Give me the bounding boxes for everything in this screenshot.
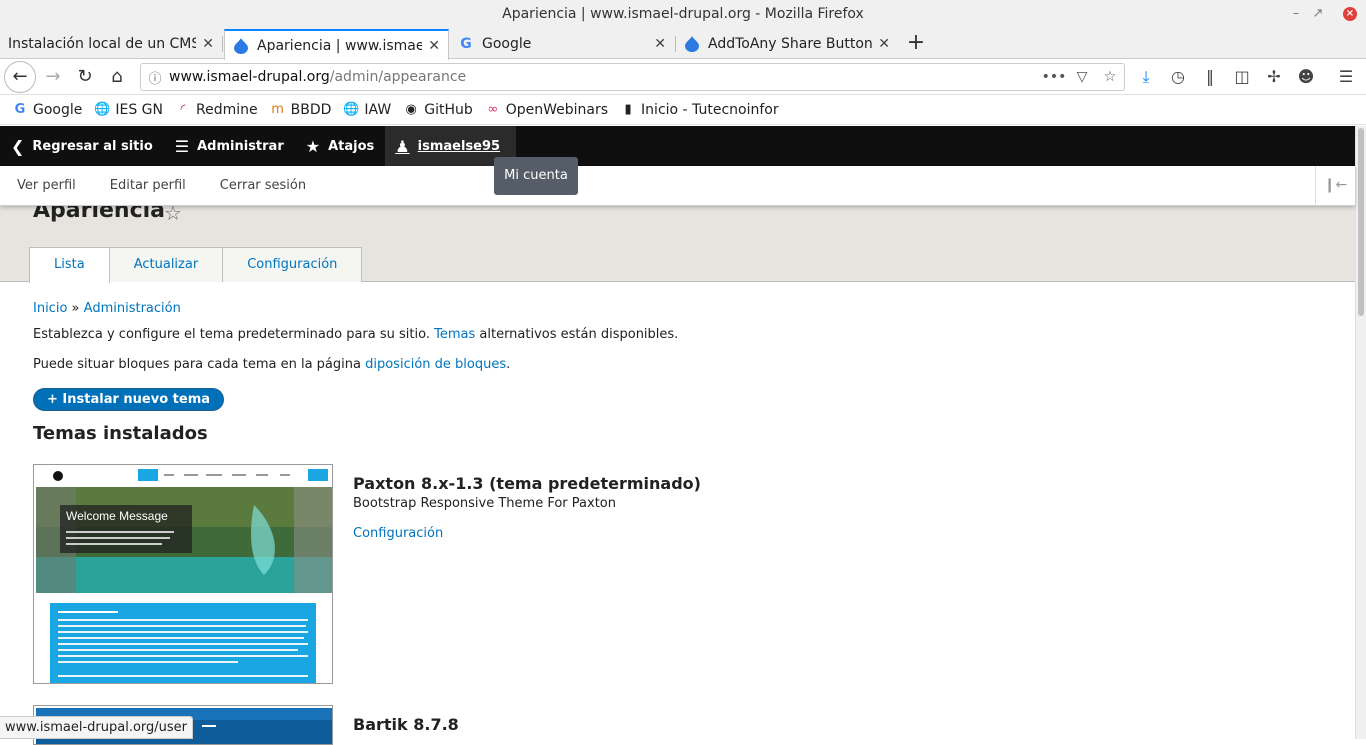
- extensions-icon[interactable]: ✢: [1260, 62, 1288, 92]
- breadcrumb-admin[interactable]: Administración: [84, 301, 181, 316]
- back-circle-icon: ❮: [11, 136, 25, 156]
- bookmark-redmine[interactable]: ◜ Redmine: [175, 102, 257, 118]
- bookmark-google[interactable]: G Google: [12, 102, 83, 118]
- bartik-theme-name: Bartik 8.7.8: [353, 715, 459, 734]
- github-icon: ◉: [405, 102, 417, 117]
- main-content: Inicio » Administración Establezca y con…: [0, 283, 1355, 745]
- bookmark-tutecnoinfor[interactable]: ▮ Inicio - Tutecnoinfor: [620, 102, 778, 118]
- minimize-icon[interactable]: –: [1284, 0, 1308, 29]
- tab-strip: Instalación local de un CMS P ✕ Aparienc…: [0, 29, 1366, 60]
- drupal-icon: [684, 36, 700, 52]
- page-header: Apariencia ☆ Lista Actualizar Configurac…: [0, 198, 1355, 283]
- page-scrollbar[interactable]: [1355, 126, 1366, 739]
- back-button[interactable]: ←: [4, 61, 36, 93]
- tray-orientation-icon[interactable]: ❙←: [1315, 166, 1355, 206]
- url-text[interactable]: www.ismael-drupal.org/admin/appearance: [169, 69, 1040, 85]
- close-tab-icon[interactable]: ✕: [654, 36, 666, 52]
- tab-actualizar[interactable]: Actualizar: [108, 247, 224, 282]
- tab-divider: [222, 36, 223, 52]
- globe-icon: 🌐: [343, 102, 360, 117]
- bookmarks-toolbar: G Google 🌐 IES GN ◜ Redmine m BBDD 🌐 IAW ◉ Git…: [0, 95, 1366, 125]
- themes-link[interactable]: Temas: [434, 327, 475, 342]
- status-url: www.ismael-drupal.org/user: [0, 716, 194, 739]
- history-icon[interactable]: ◷: [1164, 62, 1192, 92]
- tab-addtoany[interactable]: AddToAny Share Buttons ✕: [676, 29, 898, 59]
- restore-icon[interactable]: ↗: [1306, 0, 1330, 29]
- paxton-theme-description: Bootstrap Responsive Theme For Paxton: [353, 496, 616, 511]
- bookmark-iaw[interactable]: 🌐 IAW: [343, 102, 391, 118]
- bookmark-bbdd[interactable]: m BBDD: [270, 102, 331, 118]
- forward-button[interactable]: →: [38, 62, 68, 92]
- manage-menu[interactable]: ☰ Administrar: [164, 126, 295, 166]
- bookmark-openwebinars[interactable]: ∞ OpenWebinars: [485, 102, 608, 118]
- drupal-icon: [233, 37, 249, 54]
- drupal-admin-toolbar: ❮ Regresar al sitio ☰ Administrar ★ Atajos …: [0, 126, 1355, 166]
- installed-themes-heading: Temas instalados: [33, 423, 208, 444]
- globe-icon: 🌐: [94, 102, 111, 117]
- preview-heading: Welcome Message: [66, 509, 168, 523]
- window-titlebar: Apariencia | www.ismael-drupal.org - Moz…: [0, 0, 1366, 29]
- openwebinars-icon: ∞: [487, 102, 499, 117]
- new-tab-button[interactable]: +: [902, 29, 930, 59]
- user-icon: ♟: [395, 136, 410, 156]
- window-title: Apariencia | www.ismael-drupal.org - Moz…: [502, 6, 864, 22]
- url-bar[interactable]: ⓘ www.ismael-drupal.org/admin/appearance…: [140, 63, 1125, 91]
- scrollbar-thumb[interactable]: [1358, 128, 1364, 316]
- close-window-button[interactable]: ×: [1343, 7, 1357, 21]
- install-theme-button[interactable]: + Instalar nuevo tema: [33, 388, 225, 411]
- google-icon: G: [14, 102, 26, 117]
- tab-google[interactable]: G Google ✕: [450, 29, 674, 59]
- library-icon[interactable]: ‖: [1196, 62, 1224, 92]
- user-tray: Ver perfil Editar perfil Cerrar sesión ❙…: [0, 166, 1355, 206]
- navigation-toolbar: ← → ↻ ⌂ ⓘ www.ismael-drupal.org/admin/ap…: [0, 59, 1366, 95]
- view-profile-link[interactable]: Ver perfil: [0, 178, 93, 193]
- bookmark-ies-gn[interactable]: 🌐 IES GN: [94, 102, 163, 118]
- account-icon[interactable]: ☻: [1292, 62, 1320, 92]
- blocks-text: Puede situar bloques para cada tema en l…: [33, 357, 511, 372]
- paxton-preview: Welcome Message: [34, 465, 332, 683]
- edit-profile-link[interactable]: Editar perfil: [93, 178, 203, 193]
- redmine-icon: ◜: [180, 102, 186, 117]
- primary-tabs: Lista Actualizar Configuración: [29, 247, 363, 283]
- page-actions-button[interactable]: •••: [1040, 69, 1068, 85]
- pocket-icon[interactable]: ▽: [1068, 69, 1096, 85]
- shortcuts-menu[interactable]: ★ Atajos: [295, 126, 386, 166]
- block-layout-link[interactable]: diposición de bloques: [365, 357, 506, 372]
- close-tab-icon[interactable]: ✕: [428, 38, 440, 54]
- intro-text: Establezca y configure el tema predeterm…: [33, 327, 679, 342]
- my-account-tooltip: Mi cuenta: [494, 157, 578, 195]
- back-to-site-link[interactable]: ❮ Regresar al sitio: [0, 126, 164, 166]
- breadcrumb-home[interactable]: Inicio: [33, 301, 67, 316]
- tab-configuracion[interactable]: Configuración: [222, 247, 363, 282]
- paxton-theme-name: Paxton 8.x-1.3 (tema predeterminado): [353, 474, 701, 493]
- star-icon: ★: [305, 136, 321, 156]
- bookmark-star-icon[interactable]: ☆: [1096, 69, 1124, 85]
- tab-lista[interactable]: Lista: [29, 247, 110, 283]
- bookmark-github[interactable]: ◉ GitHub: [403, 102, 473, 118]
- paxton-screenshot: Welcome Message: [33, 464, 333, 684]
- tab-instalacion[interactable]: Instalación local de un CMS P ✕: [0, 29, 222, 59]
- menu-icon[interactable]: ☰: [1332, 62, 1360, 92]
- tab-apariencia[interactable]: Apariencia | www.ismael-drup ✕: [224, 29, 449, 60]
- logout-link[interactable]: Cerrar sesión: [203, 178, 323, 193]
- sidebar-icon[interactable]: ◫: [1228, 62, 1256, 92]
- breadcrumb: Inicio » Administración: [33, 301, 181, 316]
- hamburger-icon: ☰: [174, 136, 190, 156]
- google-icon: G: [460, 36, 472, 52]
- close-tab-icon[interactable]: ✕: [878, 36, 890, 52]
- home-button[interactable]: ⌂: [102, 62, 132, 92]
- paxton-settings-link[interactable]: Configuración: [353, 526, 443, 541]
- reload-button[interactable]: ↻: [70, 62, 100, 92]
- book-icon: ▮: [624, 102, 632, 117]
- downloads-icon[interactable]: ⤓: [1132, 62, 1160, 92]
- moodle-icon: m: [271, 102, 284, 117]
- site-info-icon[interactable]: ⓘ: [141, 68, 169, 87]
- close-tab-icon[interactable]: ✕: [202, 36, 214, 52]
